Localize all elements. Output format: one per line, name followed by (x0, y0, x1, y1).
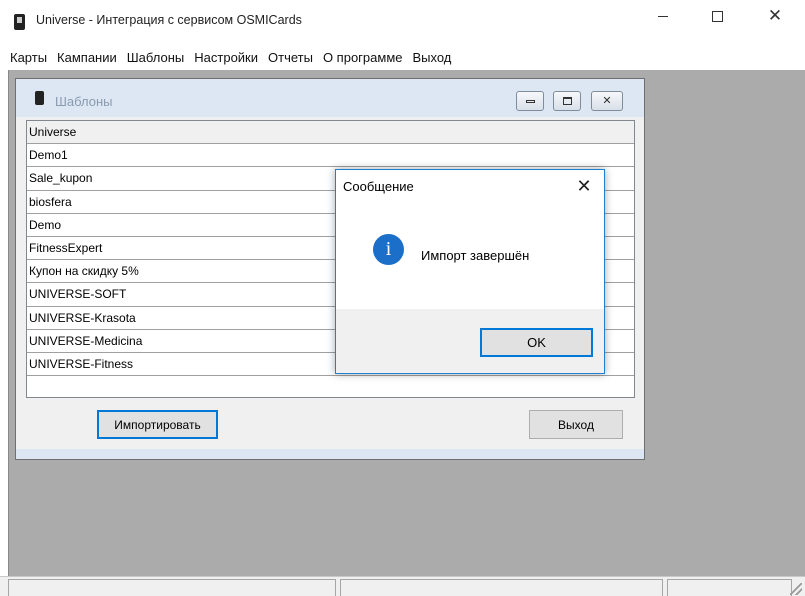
status-panel (340, 579, 663, 596)
templates-window-title: Шаблоны (55, 94, 113, 109)
window-title: Universe - Интеграция с сервисом OSMICar… (36, 13, 302, 27)
dialog-footer: OK (336, 309, 604, 373)
status-panel (8, 579, 336, 596)
maximize-icon (711, 10, 723, 22)
window-frame-bottom (16, 449, 644, 459)
menu-item-cards[interactable]: Карты (5, 46, 52, 68)
window-icon (35, 91, 44, 105)
minimize-button[interactable] (640, 0, 686, 32)
dialog-title: Сообщение (343, 179, 414, 194)
resize-grip-icon[interactable] (790, 583, 802, 595)
status-panel (667, 579, 792, 596)
close-icon: ✕ (602, 94, 612, 107)
minimize-icon (525, 99, 535, 103)
menu-item-exit[interactable]: Выход (407, 46, 456, 68)
menu-item-settings[interactable]: Настройки (189, 46, 263, 68)
status-bar (0, 576, 805, 596)
menu-item-templates[interactable]: Шаблоны (122, 46, 190, 68)
dialog-message: Импорт завершён (421, 248, 530, 263)
menu-item-reports[interactable]: Отчеты (263, 46, 318, 68)
info-icon: i (373, 234, 404, 265)
import-button[interactable]: Импортировать (97, 410, 218, 439)
menu-bar: Карты Кампании Шаблоны Настройки Отчеты … (0, 46, 805, 68)
maximize-button[interactable] (694, 0, 740, 32)
ok-button[interactable]: OK (480, 328, 593, 357)
child-maximize-button[interactable] (553, 91, 581, 111)
child-minimize-button[interactable] (516, 91, 544, 111)
child-close-button[interactable]: ✕ (591, 91, 623, 111)
maximize-icon (562, 97, 572, 105)
menu-item-campaigns[interactable]: Кампании (52, 46, 122, 68)
templates-window-caption[interactable]: Шаблоны ✕ (16, 79, 644, 117)
title-bar: Universe - Интеграция с сервисом OSMICar… (0, 0, 805, 44)
dialog-close-button[interactable]: ✕ (568, 172, 600, 200)
menu-item-about[interactable]: О программе (318, 46, 408, 68)
close-button[interactable]: ✕ (752, 0, 798, 32)
app-icon (14, 14, 25, 30)
message-dialog: Сообщение ✕ i Импорт завершён OK (335, 169, 605, 374)
close-icon: ✕ (576, 175, 592, 196)
close-icon: ✕ (767, 6, 783, 25)
exit-button[interactable]: Выход (529, 410, 623, 439)
list-header[interactable]: Universe (27, 121, 634, 145)
minimize-icon (658, 15, 668, 17)
list-item[interactable]: Demo1 (27, 144, 634, 168)
